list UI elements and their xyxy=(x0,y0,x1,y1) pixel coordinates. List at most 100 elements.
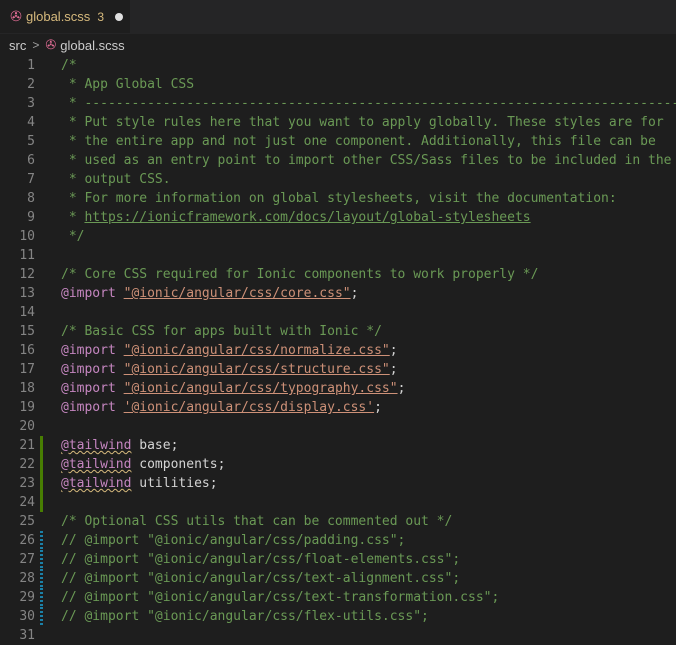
code-line[interactable]: 4 * Put style rules here that you want t… xyxy=(0,113,676,132)
code-line[interactable]: 15 /* Basic CSS for apps built with Ionic… xyxy=(0,322,676,341)
comment-text: */ xyxy=(61,229,85,244)
import-keyword: @import xyxy=(61,381,116,396)
line-number: 24 xyxy=(19,495,35,510)
comment-text: // @import "@ionic/angular/css/flex-util… xyxy=(61,609,429,624)
code-line[interactable]: 14 xyxy=(0,303,676,322)
code-line[interactable]: 7 * output CSS. xyxy=(0,170,676,189)
comment-text: // @import "@ionic/angular/css/text-alig… xyxy=(61,571,461,586)
breadcrumb-file[interactable]: global.scss xyxy=(60,38,124,53)
code-text: /* Basic CSS for apps built with Ionic *… xyxy=(61,322,382,341)
line-number: 4 xyxy=(27,115,35,130)
code-text: * https://ionicframework.com/docs/layout… xyxy=(61,208,531,227)
line-number: 21 xyxy=(19,438,35,453)
code-text: // @import "@ionic/angular/css/text-tran… xyxy=(61,588,499,607)
tailwind-directive: @tailwind xyxy=(61,457,132,472)
modified-line-gutter-marker[interactable] xyxy=(40,550,43,569)
comment-text: * the entire app and not just one compon… xyxy=(61,134,656,149)
code-line[interactable]: 28 // @import "@ionic/angular/css/text-al… xyxy=(0,569,676,588)
breadcrumb: src > ✇ global.scss xyxy=(0,35,676,55)
line-number: 20 xyxy=(19,419,35,434)
code-line[interactable]: 17 @import "@ionic/angular/css/structure.… xyxy=(0,360,676,379)
comment-text: /* Basic CSS for apps built with Ionic *… xyxy=(61,324,382,339)
semicolon: ; xyxy=(209,476,218,491)
code-text: */ xyxy=(61,227,85,246)
code-line[interactable]: 23 @tailwind utilities; xyxy=(0,474,676,493)
line-number: 9 xyxy=(27,210,35,225)
semicolon: ; xyxy=(389,343,398,358)
code-line[interactable]: 13 @import "@ionic/angular/css/core.css"; xyxy=(0,284,676,303)
code-line[interactable]: 16 @import "@ionic/angular/css/normalize.… xyxy=(0,341,676,360)
code-line[interactable]: 1 /* xyxy=(0,56,676,75)
comment-text: // @import "@ionic/angular/css/float-ele… xyxy=(61,552,461,567)
added-line-gutter-marker[interactable] xyxy=(40,493,43,512)
code-line[interactable]: 11 xyxy=(0,246,676,265)
line-number: 16 xyxy=(19,343,35,358)
added-line-gutter-marker[interactable] xyxy=(40,436,43,455)
code-line[interactable]: 30 // @import "@ionic/angular/css/flex-ut… xyxy=(0,607,676,626)
code-text: // @import "@ionic/angular/css/text-alig… xyxy=(61,569,460,588)
problem-count-badge: 3 xyxy=(97,9,104,24)
code-line[interactable]: 8 * For more information on global style… xyxy=(0,189,676,208)
tailwind-layer: components xyxy=(139,457,218,472)
line-number: 8 xyxy=(27,191,35,206)
code-line[interactable]: 6 * used as an entry point to import oth… xyxy=(0,151,676,170)
line-number: 18 xyxy=(19,381,35,396)
line-number: 3 xyxy=(27,96,35,111)
import-path-string: "@ionic/angular/css/structure.css" xyxy=(123,362,390,377)
modified-line-gutter-marker[interactable] xyxy=(40,588,43,607)
unsaved-dot-icon[interactable] xyxy=(115,12,123,21)
line-number: 7 xyxy=(27,172,35,187)
chevron-right-icon: > xyxy=(32,38,40,52)
line-number: 22 xyxy=(19,457,35,472)
code-text: * output CSS. xyxy=(61,170,171,189)
tab-global-scss[interactable]: ✇ global.scss 3 xyxy=(0,0,130,33)
code-line[interactable]: 12 /* Core CSS required for Ionic compone… xyxy=(0,265,676,284)
code-line[interactable]: 5 * the entire app and not just one comp… xyxy=(0,132,676,151)
comment-link: https://ionicframework.com/docs/layout/g… xyxy=(84,210,531,225)
code-line[interactable]: 27 // @import "@ionic/angular/css/float-e… xyxy=(0,550,676,569)
code-line[interactable]: 25 /* Optional CSS utils that can be comm… xyxy=(0,512,676,531)
modified-line-gutter-marker[interactable] xyxy=(40,607,43,626)
code-line[interactable]: 31 xyxy=(0,626,676,645)
code-line[interactable]: 29 // @import "@ionic/angular/css/text-tr… xyxy=(0,588,676,607)
code-line[interactable]: 3 * ------------------------------------… xyxy=(0,94,676,113)
tailwind-layer: utilities xyxy=(139,476,210,491)
code-line[interactable]: 20 xyxy=(0,417,676,436)
code-text: * App Global CSS xyxy=(61,75,194,94)
code-text: * used as an entry point to import other… xyxy=(61,151,672,170)
line-number: 14 xyxy=(19,305,35,320)
comment-text: * used as an entry point to import other… xyxy=(61,153,672,168)
code-line[interactable]: 22 @tailwind components; xyxy=(0,455,676,474)
line-number: 28 xyxy=(19,571,35,586)
code-line[interactable]: 21 @tailwind base; xyxy=(0,436,676,455)
code-text: @tailwind components; xyxy=(61,455,225,474)
code-line[interactable]: 10 */ xyxy=(0,227,676,246)
code-text: // @import "@ionic/angular/css/flex-util… xyxy=(61,607,429,626)
code-text: @import "@ionic/angular/css/core.css"; xyxy=(61,284,358,303)
code-text: * the entire app and not just one compon… xyxy=(61,132,656,151)
semicolon: ; xyxy=(217,457,226,472)
line-number: 12 xyxy=(19,267,35,282)
breadcrumb-folder[interactable]: src xyxy=(9,38,26,53)
added-line-gutter-marker[interactable] xyxy=(40,455,43,474)
added-line-gutter-marker[interactable] xyxy=(40,474,43,493)
code-text: * For more information on global stylesh… xyxy=(61,189,617,208)
code-text: @import "@ionic/angular/css/typography.c… xyxy=(61,379,405,398)
line-number: 5 xyxy=(27,134,35,149)
code-line[interactable]: 2 * App Global CSS xyxy=(0,75,676,94)
code-line[interactable]: 9 * https://ionicframework.com/docs/layo… xyxy=(0,208,676,227)
editor-tab-bar: ✇ global.scss 3 xyxy=(0,0,676,34)
code-line[interactable]: 18 @import "@ionic/angular/css/typography… xyxy=(0,379,676,398)
code-line[interactable]: 26 // @import "@ionic/angular/css/padding… xyxy=(0,531,676,550)
code-text: /* Core CSS required for Ionic component… xyxy=(61,265,538,284)
modified-line-gutter-marker[interactable] xyxy=(40,531,43,550)
line-number: 10 xyxy=(19,229,35,244)
semicolon: ; xyxy=(350,286,359,301)
code-text: * --------------------------------------… xyxy=(61,94,676,113)
comment-text: /* Optional CSS utils that can be commen… xyxy=(61,514,453,529)
code-line[interactable]: 24 xyxy=(0,493,676,512)
code-editor[interactable]: 1/* 2 * App Global CSS 3 * ---------------… xyxy=(0,56,676,645)
modified-line-gutter-marker[interactable] xyxy=(40,569,43,588)
code-line[interactable]: 19 @import '@ionic/angular/css/display.cs… xyxy=(0,398,676,417)
comment-text: * Put style rules here that you want to … xyxy=(61,115,664,130)
